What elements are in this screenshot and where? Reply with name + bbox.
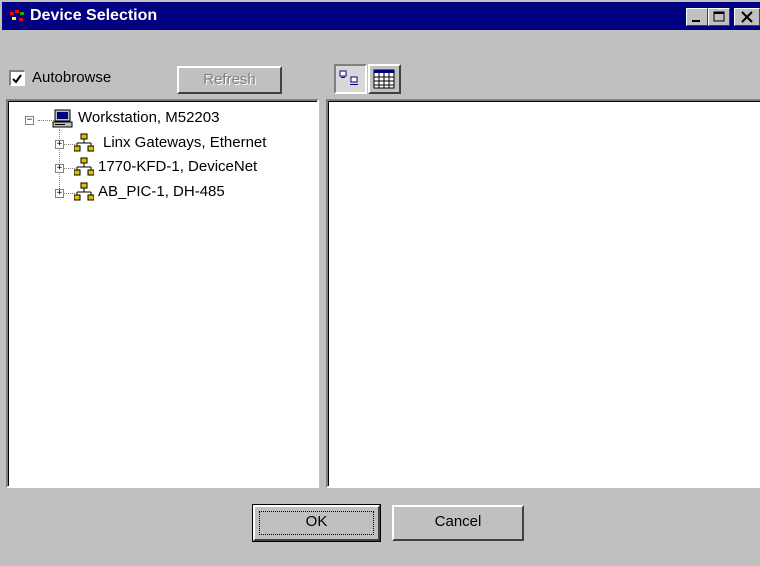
minimize-icon [692,20,700,22]
tree-item-1770-kfd[interactable]: 1770-KFD-1, DeviceNet [98,158,257,176]
collapse-icon[interactable]: − [25,116,34,125]
details-view-button[interactable] [368,64,401,94]
cancel-button[interactable]: Cancel [392,505,524,541]
details-icon [373,69,395,89]
network-icon [74,133,94,152]
network-icon [74,182,94,201]
large-icons-view-button[interactable] [334,64,367,94]
ok-label: OK [305,513,328,530]
minimize-button[interactable] [686,8,708,26]
app-icon [10,10,24,21]
ok-button[interactable]: OK [252,504,381,542]
close-icon [741,11,753,23]
autobrowse-checkbox[interactable] [9,70,25,86]
tree-item-workstation[interactable]: Workstation, M52203 [78,109,219,127]
tree-item-linx-gateways[interactable]: Linx Gateways, Ethernet [103,134,266,152]
window-title: Device Selection [30,7,158,24]
tree-item-ab-pic[interactable]: AB_PIC-1, DH-485 [98,183,225,201]
expand-icon[interactable]: + [55,164,64,173]
maximize-button[interactable] [708,8,730,26]
maximize-icon [713,11,725,22]
expand-icon[interactable]: + [55,189,64,198]
title-bar[interactable]: Device Selection [2,2,760,30]
device-tree[interactable]: − Workstation, M52203 + Linx Gateways, E… [6,99,319,488]
autobrowse-label[interactable]: Autobrowse [32,69,111,87]
checkmark-icon [12,74,22,84]
device-selection-window: Device Selection Autobrowse Refresh − Wo… [0,0,760,566]
computer-icon [52,109,73,128]
close-button[interactable] [734,8,760,26]
expand-icon[interactable]: + [55,140,64,149]
device-list[interactable] [326,99,760,488]
refresh-button[interactable]: Refresh [177,66,282,94]
network-icon [74,157,94,176]
large-icons-icon [339,70,358,85]
